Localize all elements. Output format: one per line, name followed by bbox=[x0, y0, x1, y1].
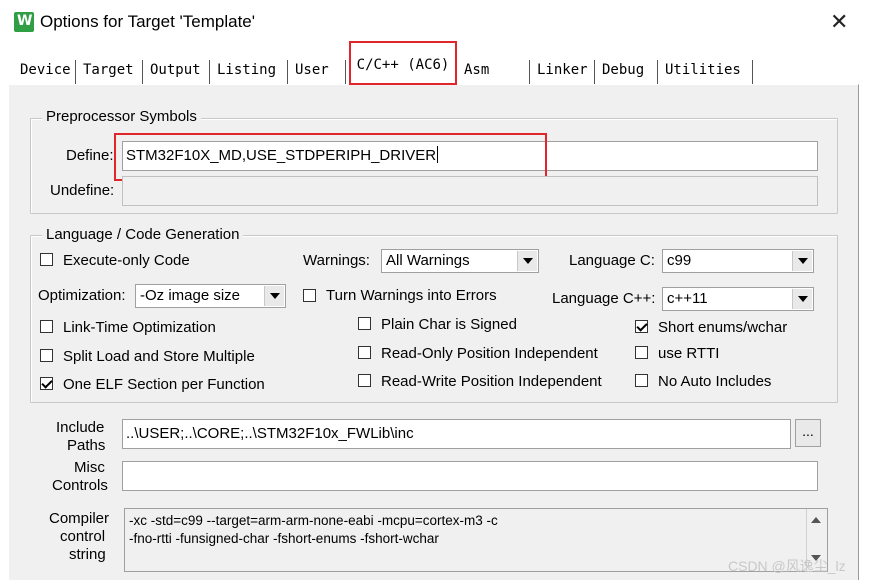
tab-cpp-ac6[interactable]: C/C++ (AC6) bbox=[349, 41, 457, 85]
tab-target[interactable]: Target bbox=[79, 60, 143, 84]
use-rtti-checkbox[interactable] bbox=[635, 346, 648, 359]
one-elf-checkbox[interactable] bbox=[40, 377, 53, 390]
no-auto-includes-checkbox[interactable] bbox=[635, 374, 648, 387]
compiler-label-1: Compiler bbox=[49, 510, 110, 527]
ro-pi-checkbox[interactable] bbox=[358, 346, 371, 359]
language-cpp-value: c++11 bbox=[667, 290, 708, 307]
rw-pi-label: Read-Write Position Independent bbox=[381, 373, 602, 390]
rw-pi-checkbox[interactable] bbox=[358, 374, 371, 387]
language-group-title: Language / Code Generation bbox=[42, 227, 244, 243]
optimization-label: Optimization: bbox=[38, 287, 126, 304]
language-c-value: c99 bbox=[667, 252, 692, 269]
misc-controls-label-1: Misc bbox=[74, 459, 105, 476]
window-title: Options for Target 'Template' bbox=[40, 12, 256, 31]
tab-asm[interactable]: Asm bbox=[460, 60, 530, 84]
no-auto-includes-label: No Auto Includes bbox=[658, 373, 772, 390]
plain-char-checkbox[interactable] bbox=[358, 317, 371, 330]
chevron-down-icon[interactable] bbox=[517, 251, 537, 271]
execute-only-label: Execute-only Code bbox=[63, 252, 190, 269]
compiler-string-line-2: -fno-rtti -funsigned-char -fshort-enums … bbox=[129, 531, 439, 546]
include-paths-input[interactable]: ..\USER;..\CORE;..\STM32F10x_FWLib\inc bbox=[122, 419, 791, 449]
compiler-control-string-box[interactable]: -xc -std=c99 --target=arm-arm-none-eabi … bbox=[124, 508, 828, 572]
use-rtti-label: use RTTI bbox=[658, 345, 720, 362]
tab-debug[interactable]: Debug bbox=[598, 60, 658, 84]
chevron-down-icon[interactable] bbox=[792, 289, 812, 309]
compiler-string-line-1: -xc -std=c99 --target=arm-arm-none-eabi … bbox=[129, 513, 498, 528]
split-load-label: Split Load and Store Multiple bbox=[63, 348, 255, 365]
title-bar: W Options for Target 'Template' ✕ bbox=[0, 0, 869, 46]
language-cpp-label: Language C++: bbox=[552, 290, 656, 307]
define-highlight-box bbox=[114, 133, 547, 181]
include-paths-label-1: Include bbox=[56, 419, 105, 436]
define-label: Define: bbox=[66, 147, 114, 164]
tab-listing[interactable]: Listing bbox=[213, 60, 288, 84]
execute-only-checkbox[interactable] bbox=[40, 253, 53, 266]
close-icon[interactable]: ✕ bbox=[830, 9, 848, 35]
one-elf-label: One ELF Section per Function bbox=[63, 376, 265, 393]
tab-utilities[interactable]: Utilities bbox=[661, 60, 753, 84]
optimization-select[interactable]: -Oz image size bbox=[135, 284, 286, 308]
link-time-checkbox[interactable] bbox=[40, 320, 53, 333]
tab-user[interactable]: User bbox=[291, 60, 346, 84]
warnings-label: Warnings: bbox=[303, 252, 370, 269]
undefine-input[interactable] bbox=[122, 176, 818, 206]
language-c-select[interactable]: c99 bbox=[662, 249, 814, 273]
language-cpp-select[interactable]: c++11 bbox=[662, 287, 814, 311]
turn-warnings-checkbox[interactable] bbox=[303, 289, 316, 302]
compiler-label-3: string bbox=[69, 546, 106, 563]
chevron-down-icon[interactable] bbox=[792, 251, 812, 271]
optimization-value: -Oz image size bbox=[140, 287, 241, 304]
browse-include-paths-button[interactable]: ... bbox=[795, 419, 821, 447]
misc-controls-input[interactable] bbox=[122, 461, 818, 491]
chevron-down-icon[interactable] bbox=[264, 286, 284, 306]
include-paths-label-2: Paths bbox=[67, 437, 106, 454]
turn-warnings-label: Turn Warnings into Errors bbox=[326, 287, 497, 304]
misc-controls-label-2: Controls bbox=[52, 477, 108, 494]
ro-pi-label: Read-Only Position Independent bbox=[381, 345, 598, 362]
preprocessor-group-title: Preprocessor Symbols bbox=[42, 109, 201, 125]
short-enums-label: Short enums/wchar bbox=[658, 319, 788, 336]
warnings-select[interactable]: All Warnings bbox=[381, 249, 539, 273]
undefine-label: Undefine: bbox=[50, 182, 115, 199]
compiler-label-2: control bbox=[60, 528, 106, 545]
keil-app-icon: W bbox=[14, 12, 34, 32]
tab-device[interactable]: Device bbox=[16, 60, 76, 84]
short-enums-checkbox[interactable] bbox=[635, 320, 648, 333]
tab-linker[interactable]: Linker bbox=[533, 60, 595, 84]
csdn-watermark: CSDN @风逸尘_lz bbox=[728, 558, 846, 574]
link-time-label: Link-Time Optimization bbox=[63, 319, 216, 336]
tab-output[interactable]: Output bbox=[146, 60, 210, 84]
split-load-checkbox[interactable] bbox=[40, 349, 53, 362]
scroll-up-icon[interactable] bbox=[807, 511, 825, 529]
warnings-value: All Warnings bbox=[386, 252, 470, 269]
language-c-label: Language C: bbox=[569, 252, 655, 269]
plain-char-label: Plain Char is Signed bbox=[381, 316, 517, 333]
